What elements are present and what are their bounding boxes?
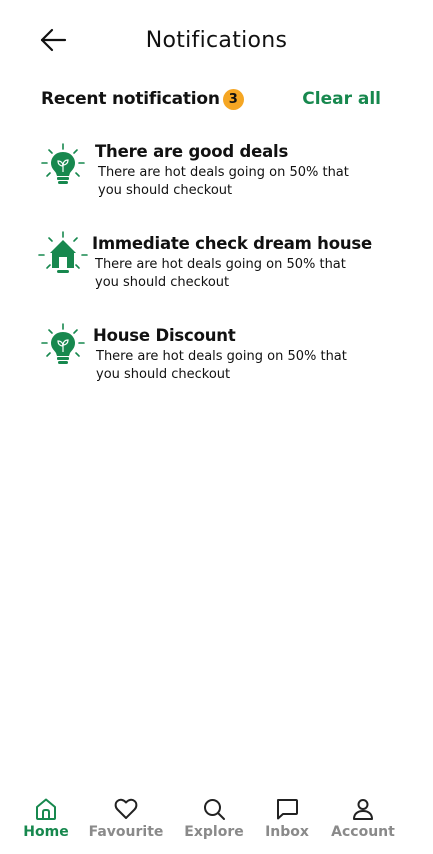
notification-item[interactable]: House Discount There are hot deals going… xyxy=(38,323,403,386)
notification-title: There are good deals xyxy=(95,142,289,161)
notification-item[interactable]: There are good deals There are hot deals… xyxy=(38,142,403,202)
clear-all-button[interactable]: Clear all xyxy=(302,89,381,109)
message-icon xyxy=(277,799,298,820)
user-icon xyxy=(353,799,373,820)
section-title: Recent notification xyxy=(41,89,220,109)
heart-icon xyxy=(114,798,138,819)
page-title: Notifications xyxy=(145,28,288,53)
section-heading: Recent notification 3 xyxy=(41,88,244,110)
home-icon xyxy=(36,798,56,820)
recent-notification-row: Recent notification 3 Clear all xyxy=(41,86,381,112)
notification-title: House Discount xyxy=(93,326,236,345)
notification-body: There are hot deals going on 50% that yo… xyxy=(95,257,346,290)
nav-label: Explore xyxy=(184,824,244,840)
nav-item-favourite[interactable]: Favourite xyxy=(84,796,168,840)
nav-item-explore[interactable]: Explore xyxy=(172,796,256,840)
bottom-nav: Home Favourite Explore Inbox Account xyxy=(0,790,433,854)
notification-title: Immediate check dream house xyxy=(92,234,373,253)
nav-item-account[interactable]: Account xyxy=(321,796,405,840)
count-badge: 3 xyxy=(222,88,244,110)
nav-label: Inbox xyxy=(265,824,309,840)
notification-body: There are hot deals going on 50% that yo… xyxy=(98,165,349,198)
bulb-icon xyxy=(41,323,85,364)
notification-body: There are hot deals going on 50% that yo… xyxy=(96,349,347,382)
nav-item-inbox[interactable]: Inbox xyxy=(245,796,329,840)
search-icon xyxy=(204,799,225,820)
header: Notifications xyxy=(0,0,433,84)
nav-label: Account xyxy=(331,824,395,840)
nav-label: Favourite xyxy=(88,824,164,840)
house-icon xyxy=(38,231,88,273)
notification-item[interactable]: Immediate check dream house There are ho… xyxy=(38,231,403,294)
bulb-icon xyxy=(41,143,85,184)
nav-item-home[interactable]: Home xyxy=(4,796,88,840)
nav-label: Home xyxy=(23,824,69,840)
